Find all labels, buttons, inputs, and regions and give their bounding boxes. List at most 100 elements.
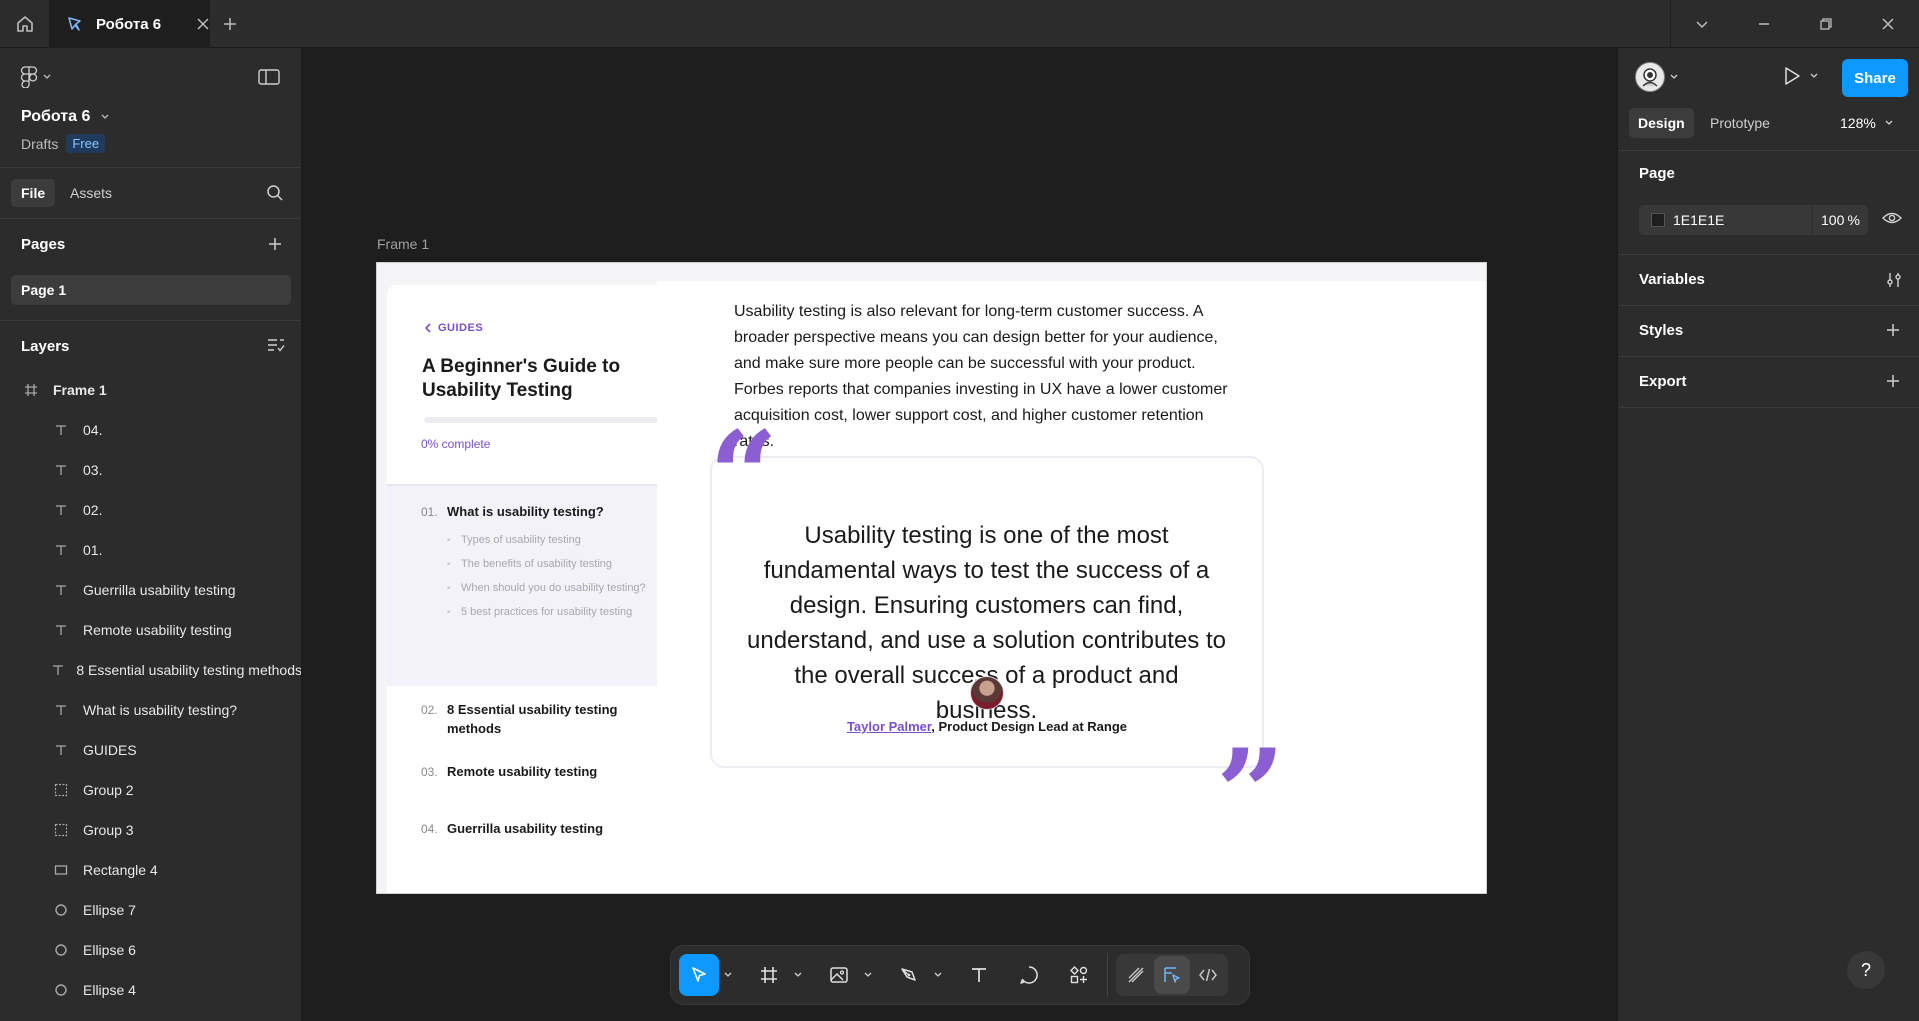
move-tool[interactable]: [679, 954, 719, 996]
layer-type-icon: [51, 744, 71, 756]
draw-mode-button[interactable]: [1118, 956, 1154, 994]
components-icon: [1070, 966, 1088, 984]
image-tool[interactable]: [819, 954, 859, 996]
main-menu-button[interactable]: [20, 66, 52, 88]
layer-item[interactable]: 8 Essential usability testing methods: [0, 650, 301, 690]
tab-design[interactable]: Design: [1629, 108, 1694, 138]
dev-mode-button[interactable]: [1190, 956, 1226, 994]
text-icon: [56, 465, 66, 475]
layer-item[interactable]: Group 3: [0, 810, 301, 850]
restore-button[interactable]: [1795, 0, 1857, 48]
open-quote-icon: “: [709, 405, 779, 546]
frame-tool-menu[interactable]: [789, 954, 807, 996]
sidebar-toggle-button[interactable]: [258, 68, 280, 91]
close-window-button[interactable]: [1857, 0, 1919, 48]
variables-button[interactable]: [1885, 271, 1903, 294]
close-tab-icon[interactable]: [196, 17, 210, 31]
help-button[interactable]: ?: [1847, 951, 1885, 989]
add-export-button[interactable]: [1885, 373, 1901, 394]
layer-type-icon: [51, 464, 71, 476]
layer-item[interactable]: GUIDES: [0, 730, 301, 770]
draw-icon: [1128, 967, 1144, 983]
actions-tool[interactable]: [1059, 954, 1099, 996]
divider: [0, 320, 301, 321]
section-title: What is usability testing?: [447, 504, 604, 519]
color-swatch[interactable]: [1651, 213, 1665, 227]
search-button[interactable]: [266, 184, 284, 207]
page-color-field[interactable]: 1E1E1E 100 %: [1639, 205, 1868, 235]
author-link[interactable]: Taylor Palmer: [847, 719, 931, 734]
chevron-down-icon: [43, 74, 51, 79]
layer-item[interactable]: Group 2: [0, 770, 301, 810]
page-color-hex[interactable]: 1E1E1E: [1673, 212, 1812, 228]
user-menu-button[interactable]: [1635, 62, 1679, 92]
project-title[interactable]: Робота 6: [21, 108, 110, 126]
drafts-label[interactable]: Drafts: [21, 136, 58, 152]
frame-tool[interactable]: [749, 954, 789, 996]
text-tool[interactable]: [959, 954, 999, 996]
project-header: Робота 6 Drafts Free: [0, 48, 301, 168]
toggle-visibility-button[interactable]: [1882, 210, 1902, 231]
layer-item[interactable]: Ellipse 4: [0, 970, 301, 1010]
section-item-4[interactable]: 04. Guerrilla usability testing: [421, 819, 681, 841]
tabs-dropdown-button[interactable]: [1671, 0, 1733, 48]
code-icon: [1199, 968, 1217, 982]
section-item-3[interactable]: 03. Remote usability testing: [421, 762, 681, 784]
frame-1[interactable]: GUIDES A Beginner's Guide to Usability T…: [376, 262, 1487, 894]
cursor-icon: [692, 967, 706, 982]
layer-item[interactable]: 03.: [0, 450, 301, 490]
design-mode-button[interactable]: [1154, 956, 1190, 994]
share-button[interactable]: Share: [1842, 59, 1908, 97]
pen-tool-menu[interactable]: [929, 954, 947, 996]
image-tool-menu[interactable]: [859, 954, 877, 996]
layer-item[interactable]: 04.: [0, 410, 301, 450]
page-heading: Page: [1639, 165, 1675, 182]
layers-options-button[interactable]: [267, 337, 285, 358]
comment-tool[interactable]: [1009, 954, 1049, 996]
chevron-down-icon: [101, 114, 109, 119]
pen-tool[interactable]: [889, 954, 929, 996]
home-button[interactable]: [0, 0, 50, 48]
layer-item[interactable]: Ellipse 6: [0, 930, 301, 970]
layer-name: Rectangle 4: [83, 862, 158, 878]
layer-item[interactable]: Rectangle 4: [0, 850, 301, 890]
add-style-button[interactable]: [1885, 322, 1901, 343]
layer-item[interactable]: What is usability testing?: [0, 690, 301, 730]
minimize-button[interactable]: [1733, 0, 1795, 48]
present-button[interactable]: [1783, 66, 1819, 86]
section-item-1[interactable]: 01. What is usability testing?: [421, 502, 681, 524]
zoom-control[interactable]: 128%: [1840, 108, 1894, 138]
section-item-2[interactable]: 02. 8 Essential usability testing method…: [421, 700, 681, 738]
chevron-down-icon: [1696, 21, 1708, 29]
design-mode-icon: [1164, 967, 1180, 983]
canvas[interactable]: Frame 1 GUIDES A Beginner's Guide to Usa…: [302, 48, 1617, 1021]
tab-file[interactable]: File: [11, 179, 56, 207]
home-icon: [16, 16, 33, 32]
subsection-item[interactable]: When should you do usability testing?: [447, 580, 647, 597]
move-tool-menu[interactable]: [719, 954, 737, 996]
subsection-item[interactable]: 5 best practices for usability testing: [447, 604, 647, 621]
group-icon: [54, 783, 68, 797]
tab-assets[interactable]: Assets: [70, 179, 112, 207]
layer-item[interactable]: Guerrilla usability testing: [0, 570, 301, 610]
add-page-button[interactable]: [267, 236, 283, 257]
page-item[interactable]: Page 1: [11, 275, 291, 305]
new-tab-button[interactable]: [216, 0, 244, 48]
subsection-item[interactable]: Types of usability testing: [447, 532, 647, 549]
subsection-item[interactable]: The benefits of usability testing: [447, 556, 647, 573]
page-opacity-field[interactable]: 100 %: [1812, 205, 1868, 235]
styles-heading: Styles: [1639, 322, 1684, 339]
file-tab[interactable]: Робота 6: [50, 0, 210, 48]
guides-back-link[interactable]: GUIDES: [424, 322, 483, 334]
quote-attribution: Taylor Palmer, Product Design Lead at Ra…: [707, 719, 1267, 734]
sliders-icon: [1887, 273, 1901, 287]
layer-item[interactable]: 02.: [0, 490, 301, 530]
article-card: Usability testing is also relevant for l…: [657, 281, 1486, 893]
layer-item[interactable]: Frame 1: [0, 370, 301, 410]
layer-name: Ellipse 4: [83, 982, 136, 998]
layer-item[interactable]: Ellipse 7: [0, 890, 301, 930]
frame-label[interactable]: Frame 1: [377, 236, 429, 252]
layer-item[interactable]: 01.: [0, 530, 301, 570]
layer-item[interactable]: Remote usability testing: [0, 610, 301, 650]
tab-prototype[interactable]: Prototype: [1710, 108, 1770, 138]
